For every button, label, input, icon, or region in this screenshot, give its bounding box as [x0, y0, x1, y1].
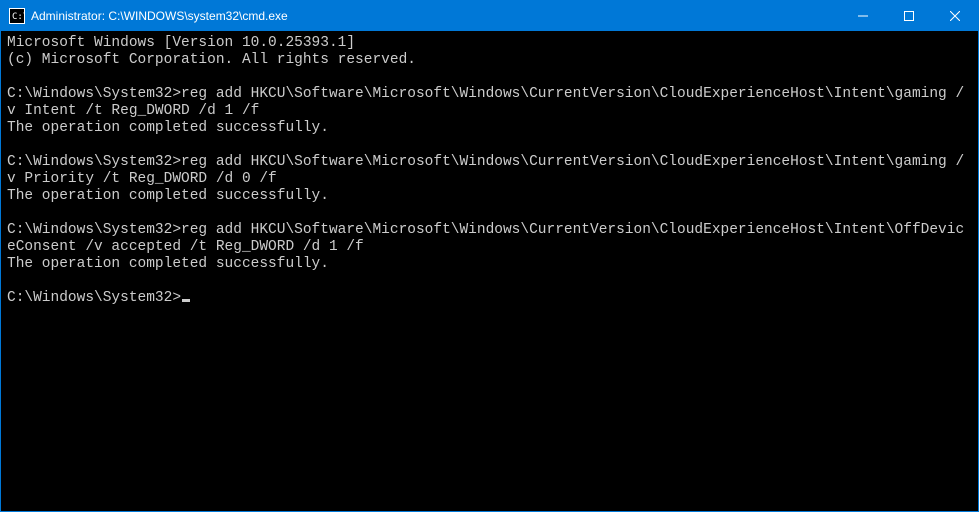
window-title: Administrator: C:\WINDOWS\system32\cmd.e… — [31, 9, 288, 23]
cursor — [182, 299, 190, 302]
svg-text:C:\: C:\ — [12, 12, 25, 22]
titlebar[interactable]: C:\ Administrator: C:\WINDOWS\system32\c… — [1, 1, 978, 31]
minimize-button[interactable] — [840, 1, 886, 31]
cmd-icon: C:\ — [9, 8, 25, 24]
cmd-window: C:\ Administrator: C:\WINDOWS\system32\c… — [0, 0, 979, 512]
maximize-button[interactable] — [886, 1, 932, 31]
close-button[interactable] — [932, 1, 978, 31]
terminal-output[interactable]: Microsoft Windows [Version 10.0.25393.1]… — [1, 31, 978, 511]
